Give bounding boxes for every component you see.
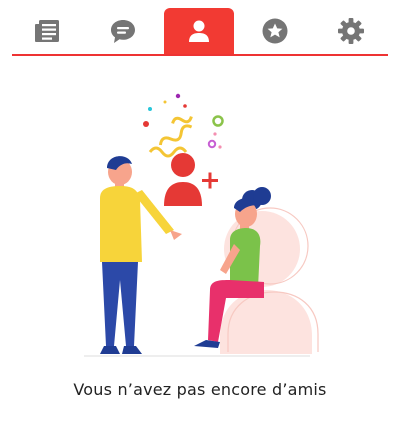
tab-news[interactable] — [12, 8, 82, 54]
chat-bubble-icon — [111, 20, 135, 43]
empty-state-message: Vous n’avez pas encore d’amis — [73, 380, 327, 399]
tab-friends[interactable] — [164, 8, 234, 54]
add-friend-icon — [164, 153, 218, 206]
user-icon — [189, 20, 209, 42]
newspaper-icon — [35, 20, 59, 42]
tab-messages[interactable] — [88, 8, 158, 54]
star-icon — [262, 18, 288, 44]
tab-favorites[interactable] — [240, 8, 310, 54]
confetti-decoration — [143, 93, 224, 158]
tab-bar — [12, 6, 388, 56]
empty-friends-illustration — [84, 93, 319, 357]
standing-person — [100, 156, 182, 354]
gear-icon — [338, 18, 364, 44]
tab-settings[interactable] — [316, 8, 386, 54]
